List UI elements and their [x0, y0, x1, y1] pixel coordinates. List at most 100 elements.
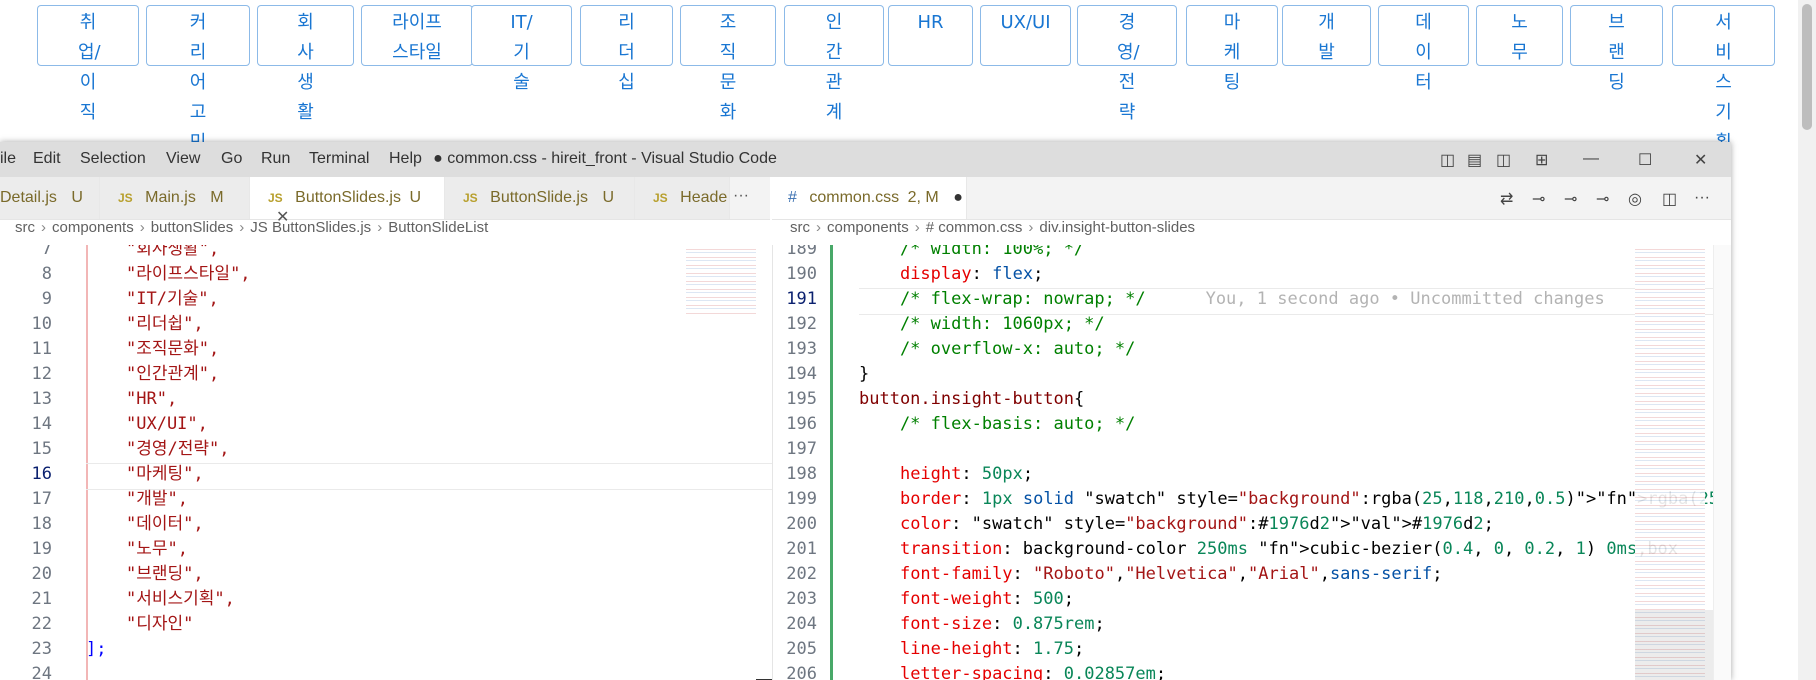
editor-tabs-left: Detail.js U JS Main.js M JS ButtonSlides…	[0, 177, 770, 226]
line-number: 195	[786, 389, 817, 409]
tab-main-js[interactable]: JS Main.js M	[100, 177, 250, 219]
unsaved-dot-icon[interactable]: ●	[953, 189, 963, 206]
code-line: "IT/기술",	[126, 289, 219, 309]
code-line: "노무",	[126, 539, 188, 559]
category-button[interactable]: 데이터	[1378, 5, 1469, 93]
line-number: 21	[31, 589, 52, 609]
breadcrumb-item[interactable]: src	[790, 219, 810, 236]
category-button-label: UX/UI	[1000, 12, 1051, 33]
code-text: /* overflow-x: auto; */	[859, 339, 1136, 359]
category-button-label: 커리어고민	[189, 12, 207, 153]
tab-detail-js[interactable]: Detail.js U	[0, 177, 100, 219]
category-button[interactable]: 조직문화	[680, 5, 776, 123]
editor-pane-common-css[interactable]: 189 /* width: 100%; */ 190 display: flex;…	[772, 245, 1731, 680]
category-button[interactable]: 취업/이직	[37, 5, 139, 123]
code-text: height: 50px;	[899, 464, 1034, 484]
category-button-label: 인간관계	[825, 12, 843, 123]
customize-layout-icon[interactable]: ⊞	[1535, 150, 1548, 170]
breadcrumb-item[interactable]: ButtonSlideList	[388, 219, 488, 236]
code-line: border: 1px solid "swatch" style="backgr…	[859, 487, 1731, 512]
code-line: }	[859, 362, 869, 387]
code-text: display: flex;	[899, 264, 1044, 284]
code-line: ];	[86, 639, 107, 659]
breadcrumb-item[interactable]: components	[827, 219, 909, 236]
line-number: 189	[786, 245, 817, 259]
breadcrumb-item[interactable]: src	[15, 219, 35, 236]
code-line: /* width: 100%; */	[859, 245, 1084, 262]
code-line: /* overflow-x: auto; */	[859, 337, 1135, 362]
breadcrumb-item[interactable]: div.insight-button-slides	[1039, 219, 1195, 236]
tab-header-js[interactable]: JS Heade	[635, 177, 730, 219]
category-button[interactable]: HR	[888, 5, 973, 66]
toggle-panel-icon[interactable]: ▤	[1467, 150, 1482, 170]
breadcrumb-item[interactable]: JS ButtonSlides.js	[250, 219, 371, 236]
category-button[interactable]: 노무	[1476, 5, 1563, 66]
close-window-icon[interactable]: ✕	[1694, 150, 1707, 170]
category-button-label: 노무	[1511, 12, 1528, 63]
category-button[interactable]: 라이프스타일	[361, 5, 473, 66]
toggle-secondary-sidebar-icon[interactable]: ◫	[1496, 150, 1511, 170]
open-changes-icon[interactable]: ⇄	[1500, 189, 1513, 209]
category-button-label: 회사생활	[297, 12, 314, 123]
minimap[interactable]	[686, 245, 756, 315]
category-button[interactable]: 경영/전략	[1077, 5, 1177, 123]
line-number: 198	[786, 464, 817, 484]
category-button[interactable]: 회사생활	[257, 5, 354, 123]
code-text: /* flex-wrap: nowrap; */	[859, 289, 1146, 309]
category-button[interactable]: 개발	[1282, 5, 1371, 66]
category-button[interactable]: 서비스기획	[1672, 5, 1775, 153]
gitlens-icon[interactable]: ◎	[1628, 189, 1642, 209]
git-blame-annotation: You, 1 second ago • Uncommitted changes	[1205, 289, 1605, 309]
git-next-icon[interactable]: ⊸	[1596, 189, 1609, 209]
breadcrumb-right: src › components › # common.css › div.insight-…	[790, 219, 1730, 245]
maximize-icon[interactable]: ☐	[1638, 150, 1652, 170]
page-scrollbar[interactable]	[1798, 0, 1816, 680]
line-number: 9	[41, 289, 52, 309]
category-button[interactable]: 리더십	[580, 5, 673, 93]
git-commit-icon[interactable]: ⊸	[1532, 189, 1545, 209]
code-line: "HR",	[126, 389, 178, 409]
category-button[interactable]: UX/UI	[980, 5, 1071, 66]
category-button-label: 마케팅	[1223, 12, 1241, 93]
category-button[interactable]: 브랜딩	[1570, 5, 1663, 93]
category-button-label: 개발	[1318, 12, 1335, 63]
more-actions-icon[interactable]: ···	[1694, 189, 1710, 207]
tab-buttonslides-js[interactable]: JS ButtonSlides.js U ✕	[250, 177, 445, 226]
line-number: 15	[31, 439, 52, 459]
split-editor-icon[interactable]: ◫	[1662, 189, 1677, 209]
editor-pane-buttonslides[interactable]: 7 "회사생활", 8 "라이프스타일", 9 "IT/기술", 10 "리더쉽", 11 "조직…	[0, 245, 772, 680]
category-button[interactable]: IT/기술	[471, 5, 572, 93]
category-button[interactable]: 커리어고민	[146, 5, 250, 153]
code-text: /* flex-basis: auto; */	[859, 414, 1136, 434]
tab-buttonslide-js[interactable]: JS ButtonSlide.js U	[445, 177, 635, 219]
vscode-window: ile Edit Selection View Go Run Terminal …	[0, 142, 1731, 680]
line-number: 199	[786, 489, 817, 509]
code-text: font-size: 0.875rem;	[899, 614, 1105, 634]
editor-tabs-right: # common.css 2, M ● ⇄ ⊸ ⊸ ⊸ ◎ ◫ ···	[772, 177, 1731, 220]
minimap-slider[interactable]	[1635, 610, 1715, 680]
line-number: 8	[41, 264, 52, 284]
category-button[interactable]: 마케팅	[1186, 5, 1278, 93]
tab-common-css[interactable]: # common.css 2, M ●	[772, 177, 967, 219]
line-number: 201	[786, 539, 817, 559]
line-number: 197	[786, 439, 817, 459]
line-number: 192	[786, 314, 817, 334]
code-text: /* width: 100%; */	[859, 245, 1085, 259]
breadcrumb-item[interactable]: buttonSlides	[151, 219, 234, 236]
minimize-icon[interactable]: —	[1583, 150, 1599, 168]
git-modified-gutter	[830, 245, 833, 680]
breadcrumb-item[interactable]: components	[52, 219, 134, 236]
breadcrumb-item[interactable]: # common.css	[926, 219, 1023, 236]
chevron-right-icon: ›	[139, 219, 145, 236]
editor-scrollbar[interactable]	[1713, 245, 1731, 680]
line-number: 190	[786, 264, 817, 284]
line-number: 191	[786, 289, 817, 309]
chevron-right-icon: ›	[914, 219, 920, 236]
more-tabs-icon[interactable]: ···	[733, 187, 749, 205]
toggle-sidebar-icon[interactable]: ◫	[1440, 150, 1455, 170]
code-line: display: flex;	[859, 262, 1043, 287]
page-scroll-thumb[interactable]	[1802, 4, 1812, 130]
git-previous-icon[interactable]: ⊸	[1564, 189, 1577, 209]
category-button-label: HR	[917, 12, 944, 33]
category-button[interactable]: 인간관계	[784, 5, 884, 123]
